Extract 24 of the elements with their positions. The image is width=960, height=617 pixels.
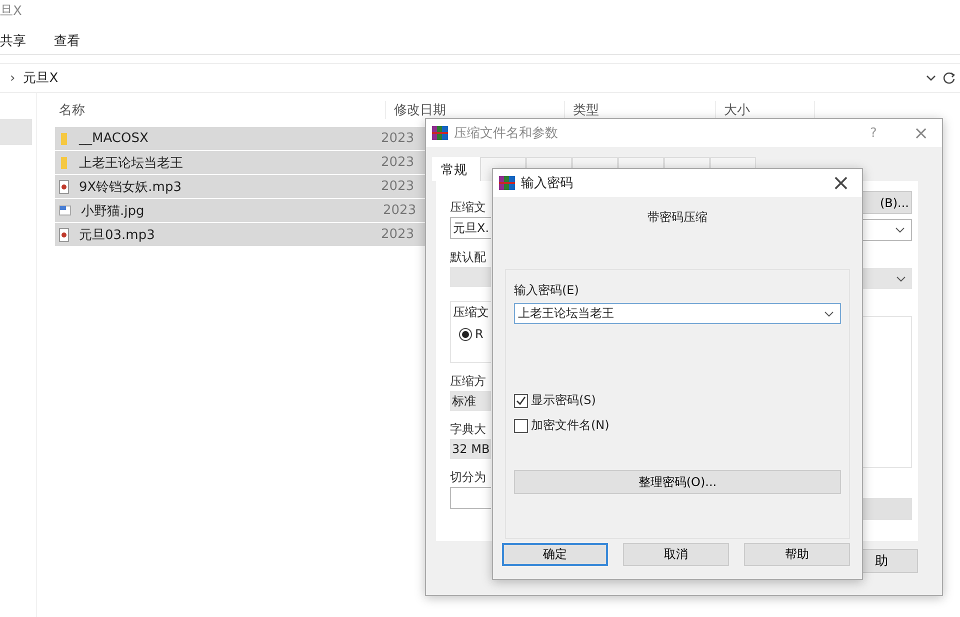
field-label: 输入密码(E) xyxy=(514,282,580,299)
checkbox-label: 显示密码(S) xyxy=(531,392,596,409)
dialog-heading: 带密码压缩 xyxy=(646,209,708,226)
field-label: 切分为 xyxy=(450,469,487,485)
checkbox-label: 加密文件名(N) xyxy=(531,417,610,434)
file-name: 元旦03.mp3 xyxy=(79,226,156,244)
dialog-title: 输入密码 xyxy=(521,175,574,192)
field-label: 压缩方 xyxy=(450,373,487,389)
file-date: 2023 xyxy=(381,131,414,146)
file-name: __MACOSX xyxy=(79,131,150,146)
window-title: 旦X xyxy=(0,4,22,19)
file-name: 9X铃铛女妖.mp3 xyxy=(79,178,182,196)
dialog-title: 压缩文件名和参数 xyxy=(454,125,559,142)
field-label: 压缩文 xyxy=(450,199,487,215)
file-name: 小野猫.jpg xyxy=(81,202,146,220)
file-date: 2023 xyxy=(383,203,416,218)
file-date: 2023 xyxy=(381,179,414,194)
field-label: 字典大 xyxy=(450,421,487,437)
file-name: 上老王论坛当老王 xyxy=(79,154,184,172)
field-label: 默认配 xyxy=(450,249,487,265)
file-date: 2023 xyxy=(381,155,414,170)
radio-label: R xyxy=(475,327,484,341)
group-label: 压缩文 xyxy=(453,304,490,321)
file-date: 2023 xyxy=(381,227,414,242)
